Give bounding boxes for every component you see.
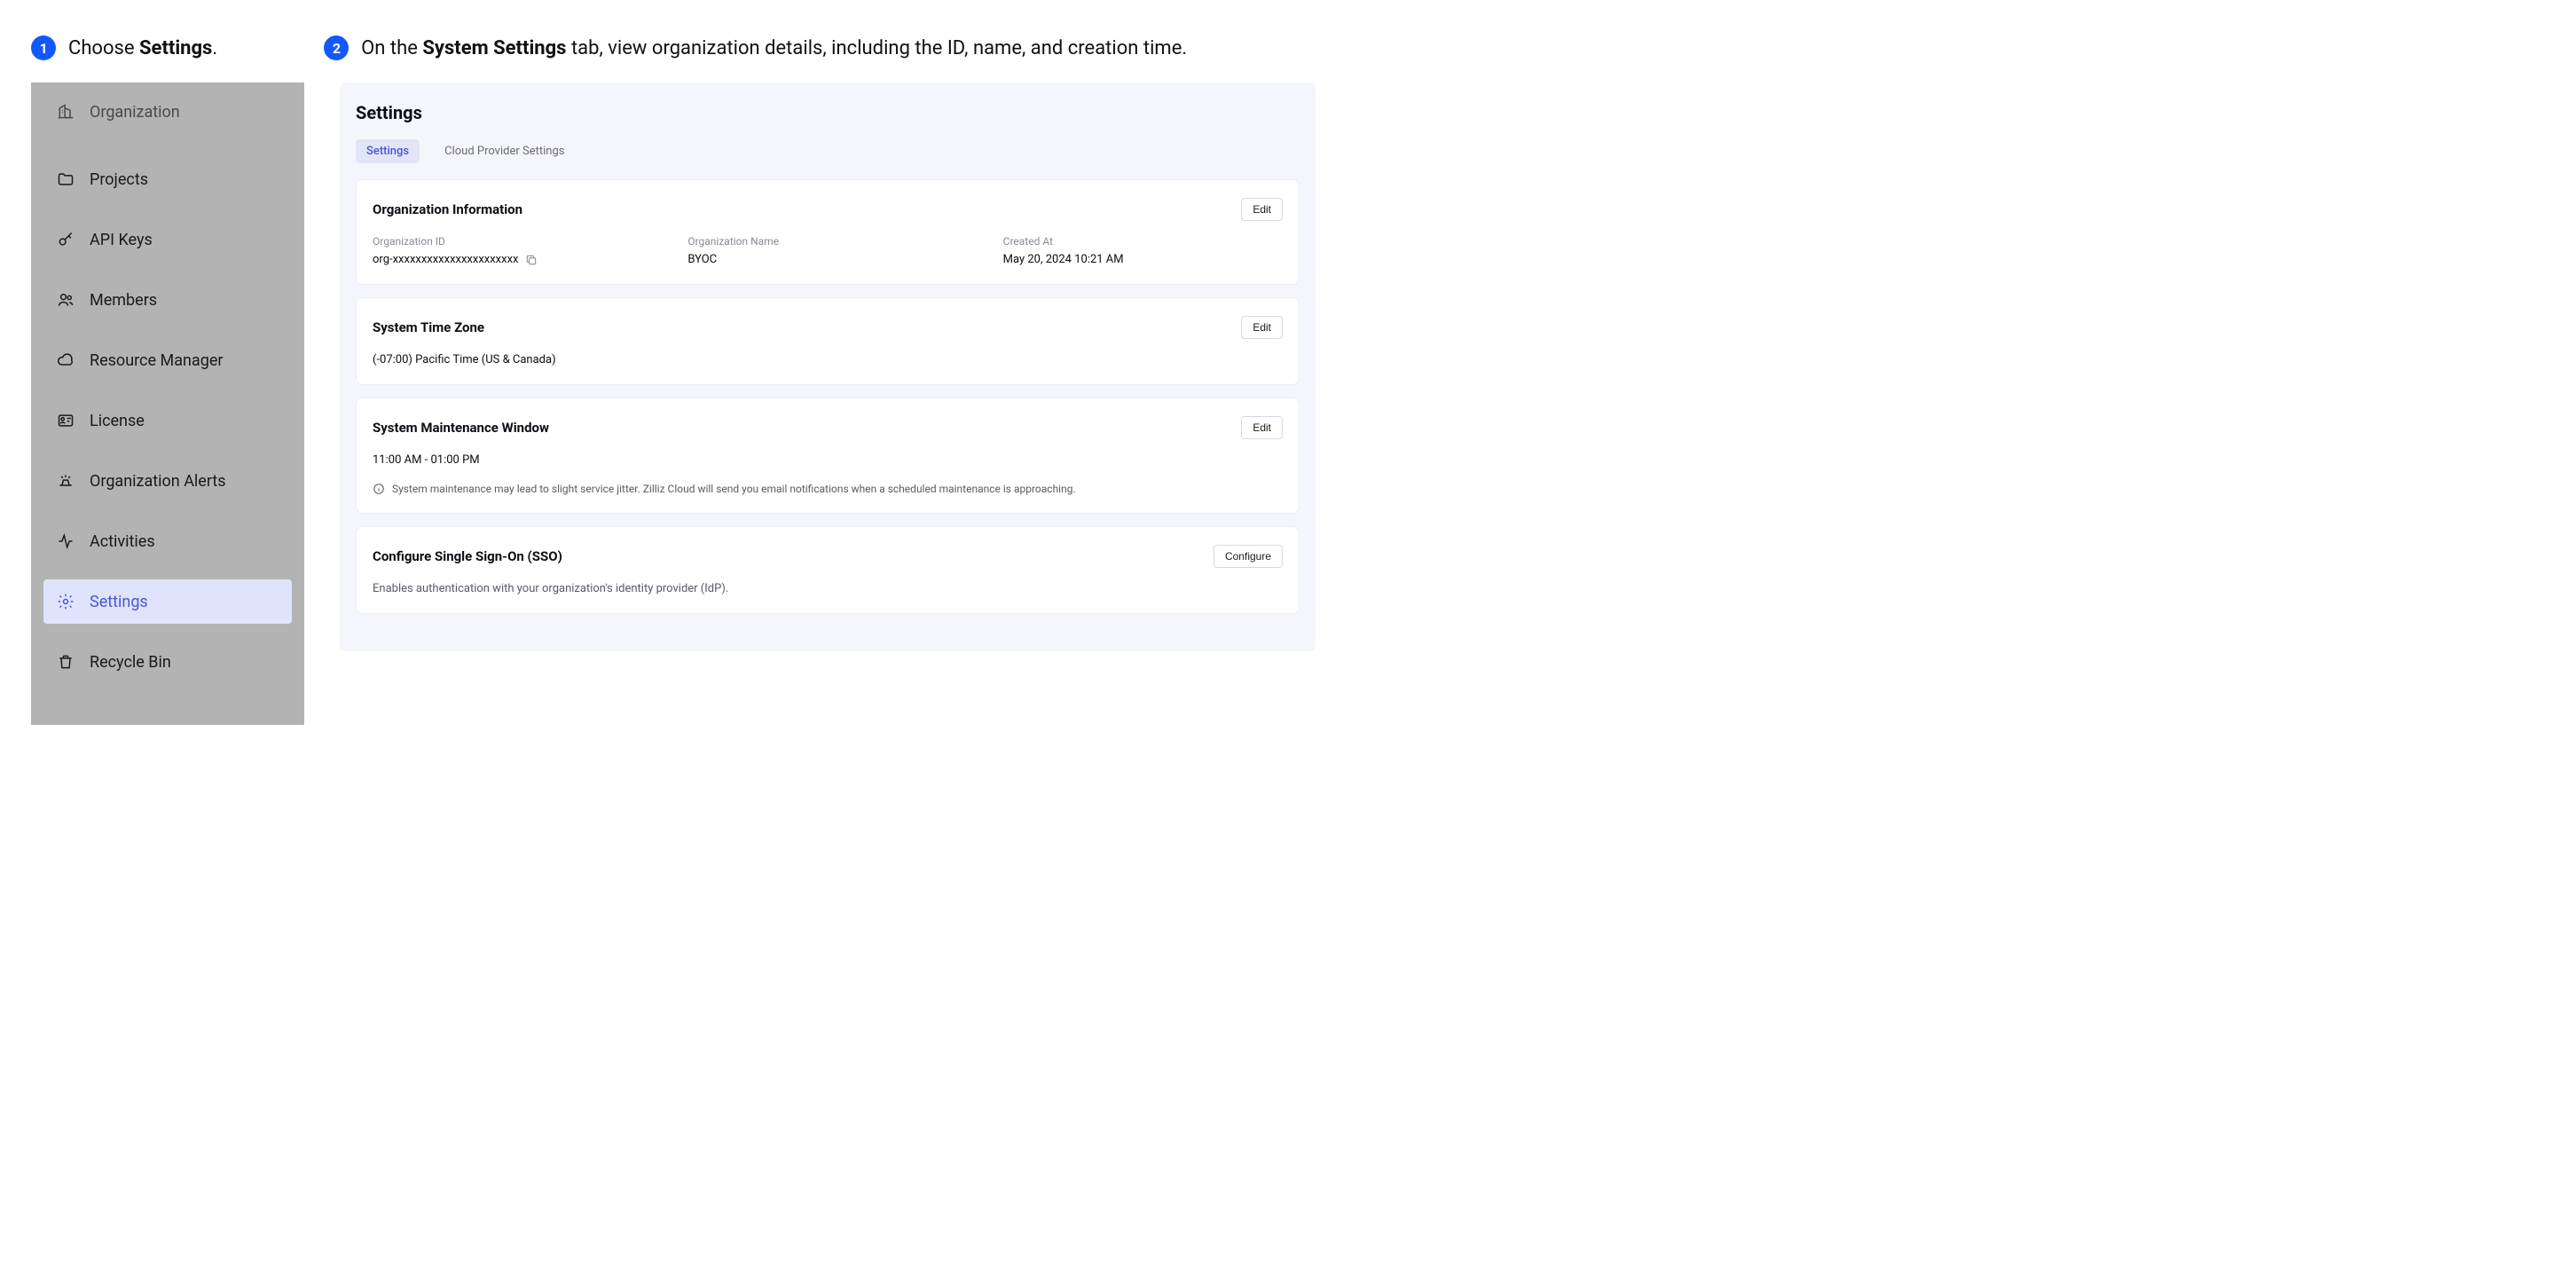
sidebar-item-license[interactable]: License <box>43 398 292 443</box>
sidebar-item-api-keys[interactable]: API Keys <box>43 217 292 262</box>
edit-button[interactable]: Edit <box>1241 316 1283 339</box>
sidebar-header-organization[interactable]: Organization <box>43 98 292 134</box>
card-title: Configure Single Sign-On (SSO) <box>373 548 562 564</box>
sidebar-item-settings[interactable]: Settings <box>43 579 292 624</box>
sidebar-label: Organization <box>90 103 180 122</box>
card-system-maintenance-window: System Maintenance Window Edit 11:00 AM … <box>356 397 1300 514</box>
card-title: Organization Information <box>373 201 522 217</box>
sidebar-label: Settings <box>90 593 148 611</box>
sidebar-item-projects[interactable]: Projects <box>43 157 292 201</box>
license-icon <box>56 411 75 430</box>
card-title: System Time Zone <box>373 319 484 335</box>
maintenance-hint-text: System maintenance may lead to slight se… <box>392 483 1076 495</box>
sidebar-label: Activities <box>90 532 155 551</box>
sidebar-label: API Keys <box>90 231 153 249</box>
org-name-label: Organization Name <box>687 235 967 248</box>
info-icon <box>373 483 385 495</box>
card-organization-information: Organization Information Edit Organizati… <box>356 179 1300 285</box>
folder-icon <box>56 169 75 189</box>
sidebar-item-organization-alerts[interactable]: Organization Alerts <box>43 459 292 503</box>
sidebar-label: Members <box>90 291 157 310</box>
gear-icon <box>56 592 75 611</box>
sidebar-item-activities[interactable]: Activities <box>43 519 292 563</box>
activity-icon <box>56 531 75 551</box>
maintenance-hint: System maintenance may lead to slight se… <box>373 483 1283 495</box>
card-configure-sso: Configure Single Sign-On (SSO) Configure… <box>356 526 1300 614</box>
tab-settings[interactable]: Settings <box>356 139 420 163</box>
instruction-annotations: 1 Choose Settings. 2 On the System Setti… <box>31 35 2545 60</box>
step-badge-2: 2 <box>324 35 349 60</box>
created-at-value: May 20, 2024 10:21 AM <box>1003 253 1283 266</box>
org-id-value: org-xxxxxxxxxxxxxxxxxxxxxx <box>373 253 518 266</box>
main-content: Settings Settings Cloud Provider Setting… <box>340 83 1315 651</box>
edit-button[interactable]: Edit <box>1241 198 1283 221</box>
org-name-value: BYOC <box>687 253 967 266</box>
key-icon <box>56 230 75 249</box>
org-id-label: Organization ID <box>373 235 652 248</box>
card-system-time-zone: System Time Zone Edit (-07:00) Pacific T… <box>356 297 1300 385</box>
card-title: System Maintenance Window <box>373 420 549 436</box>
sidebar-label: Resource Manager <box>90 351 223 370</box>
tabs: Settings Cloud Provider Settings <box>356 139 1300 163</box>
timezone-value: (-07:00) Pacific Time (US & Canada) <box>373 353 1283 366</box>
step-badge-1: 1 <box>31 35 56 60</box>
configure-button[interactable]: Configure <box>1213 545 1283 568</box>
step-1-text: Choose Settings. <box>68 37 217 59</box>
sidebar-label: License <box>90 412 145 430</box>
sidebar: Organization Projects API Keys Members <box>31 83 304 725</box>
edit-button[interactable]: Edit <box>1241 416 1283 439</box>
sidebar-item-resource-manager[interactable]: Resource Manager <box>43 338 292 382</box>
maintenance-window-value: 11:00 AM - 01:00 PM <box>373 453 1283 467</box>
sidebar-item-recycle-bin[interactable]: Recycle Bin <box>43 640 292 684</box>
copy-icon[interactable] <box>525 254 538 266</box>
sidebar-label: Recycle Bin <box>90 653 171 672</box>
building-icon <box>56 102 75 122</box>
sso-description: Enables authentication with your organiz… <box>373 582 1283 595</box>
annotation-step-2: 2 On the System Settings tab, view organ… <box>324 35 1187 60</box>
cloud-icon <box>56 350 75 370</box>
created-at-label: Created At <box>1003 235 1283 248</box>
sidebar-label: Projects <box>90 170 148 189</box>
users-icon <box>56 290 75 310</box>
sidebar-label: Organization Alerts <box>90 472 226 491</box>
trash-icon <box>56 652 75 672</box>
alert-icon <box>56 471 75 491</box>
step-2-text: On the System Settings tab, view organiz… <box>361 37 1187 59</box>
page-title: Settings <box>356 102 1300 123</box>
tab-cloud-provider-settings[interactable]: Cloud Provider Settings <box>434 139 575 163</box>
annotation-step-1: 1 Choose Settings. <box>31 35 217 60</box>
sidebar-item-members[interactable]: Members <box>43 278 292 322</box>
